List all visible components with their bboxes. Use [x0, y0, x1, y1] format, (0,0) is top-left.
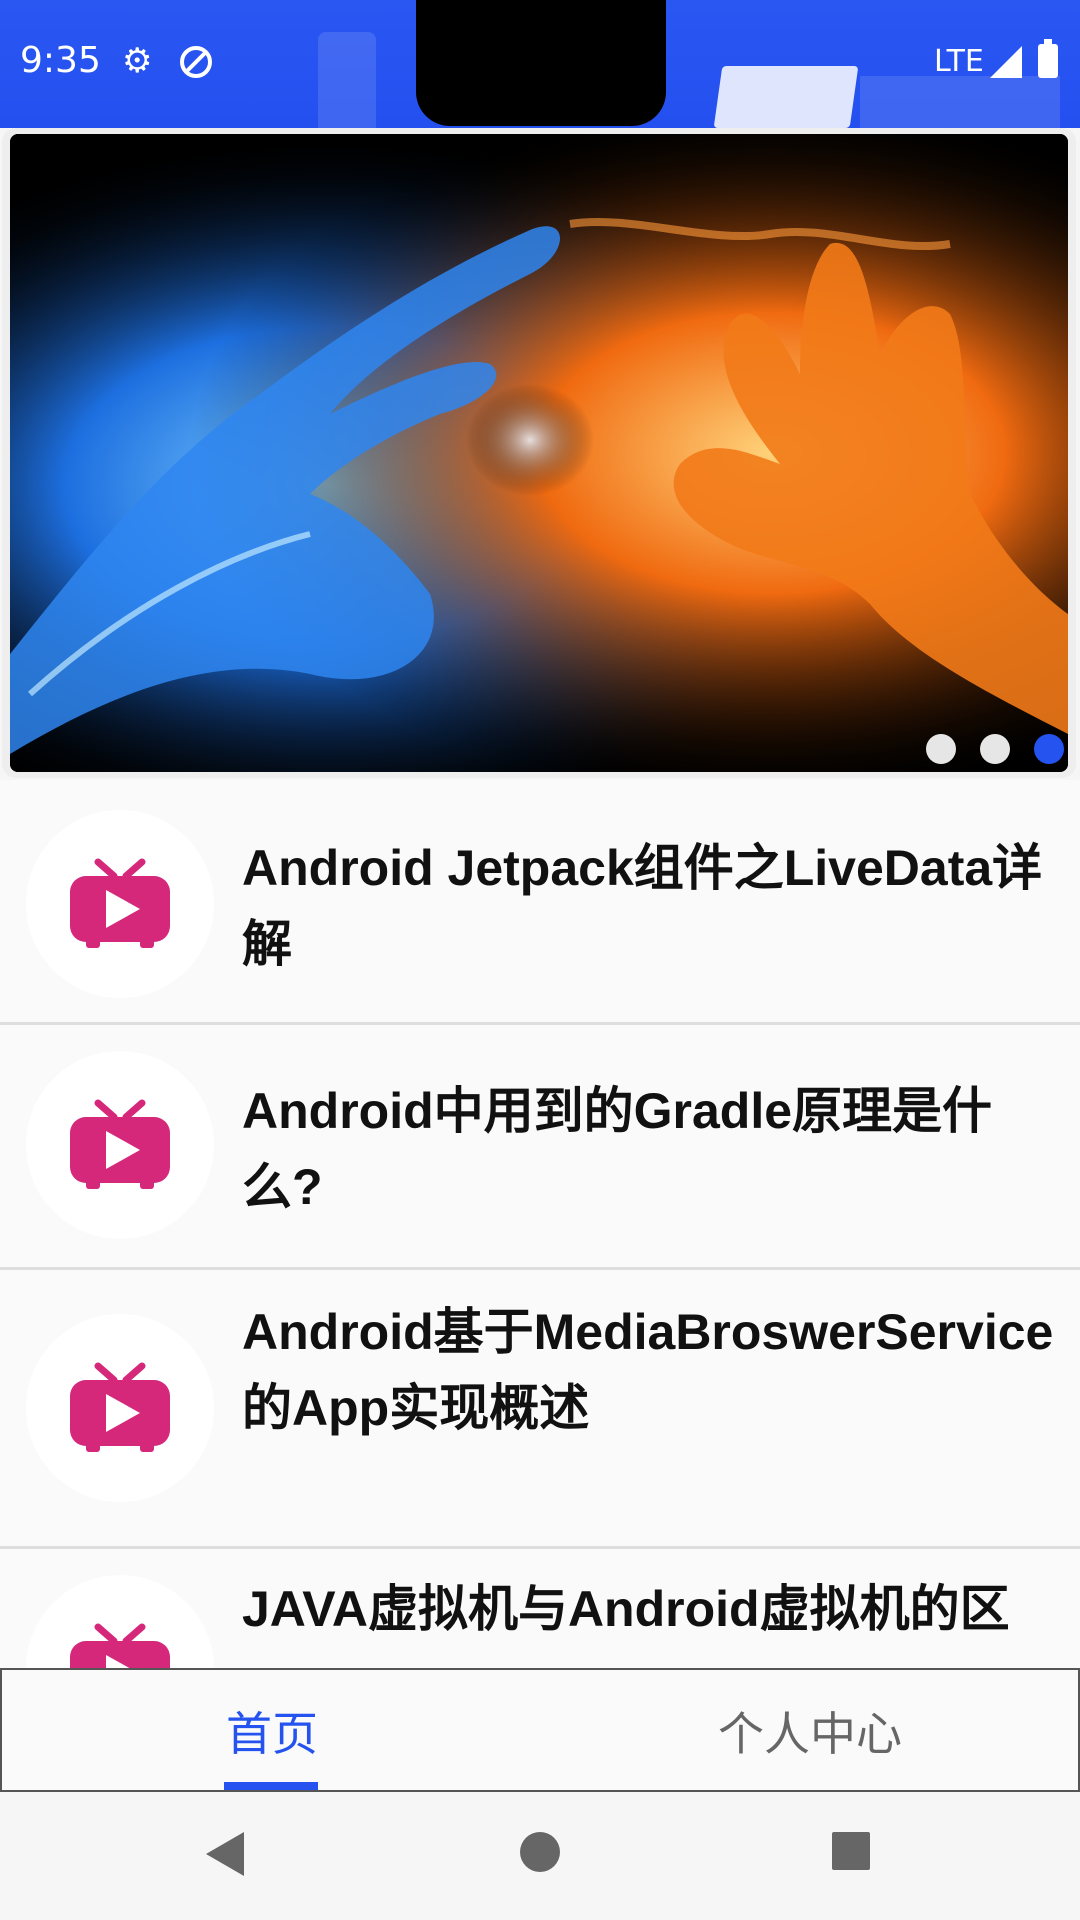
bottom-tab-bar: 首页 个人中心 — [0, 1668, 1080, 1792]
video-avatar — [26, 810, 214, 998]
data-saver-icon — [178, 44, 214, 86]
article-title[interactable]: Android Jetpack组件之LiveData详解 — [242, 830, 1060, 982]
status-time: 9:35 — [20, 40, 101, 81]
network-type: LTE — [934, 44, 984, 79]
status-bar-decoration — [860, 76, 1060, 128]
list-item[interactable]: Android基于MediaBroswerService的App实现概述 — [0, 1270, 1080, 1549]
list-item[interactable]: Android中用到的Gradle原理是什么? — [0, 1025, 1080, 1270]
list-item[interactable]: Android Jetpack组件之LiveData详解 — [0, 780, 1080, 1025]
camera-notch — [416, 0, 666, 126]
back-icon[interactable] — [206, 1832, 244, 1876]
carousel-indicator — [926, 734, 1064, 764]
tv-play-icon — [70, 858, 170, 948]
tv-play-icon — [70, 1362, 170, 1452]
fire-ice-hands-image[interactable] — [10, 134, 1068, 772]
status-bar-decoration — [713, 66, 859, 128]
status-bar: 9:35 ⚙ LTE — [0, 0, 1080, 128]
carousel-dot[interactable] — [980, 734, 1010, 764]
home-icon[interactable] — [520, 1832, 560, 1872]
recent-apps-icon[interactable] — [832, 1832, 870, 1870]
battery-icon — [1038, 39, 1058, 78]
tab-home[interactable]: 首页 — [226, 1698, 318, 1764]
carousel-dot-active[interactable] — [1034, 734, 1064, 764]
video-avatar — [26, 1314, 214, 1502]
article-list: Android Jetpack组件之LiveData详解 Android中用到的… — [0, 780, 1080, 1749]
system-nav-bar — [0, 1792, 1080, 1920]
carousel-dot[interactable] — [926, 734, 956, 764]
active-tab-indicator — [224, 1782, 318, 1790]
signal-icon — [990, 46, 1022, 78]
gear-icon: ⚙ — [122, 41, 153, 81]
tab-profile[interactable]: 个人中心 — [718, 1698, 902, 1764]
article-title[interactable]: JAVA虚拟机与Android虚拟机的区 — [242, 1571, 1060, 1647]
article-title[interactable]: Android基于MediaBroswerService的App实现概述 — [242, 1294, 1060, 1446]
tv-play-icon — [70, 1099, 170, 1189]
video-avatar — [26, 1051, 214, 1239]
article-title[interactable]: Android中用到的Gradle原理是什么? — [242, 1073, 1060, 1225]
status-bar-decoration — [318, 32, 376, 128]
banner-carousel[interactable] — [2, 128, 1076, 778]
